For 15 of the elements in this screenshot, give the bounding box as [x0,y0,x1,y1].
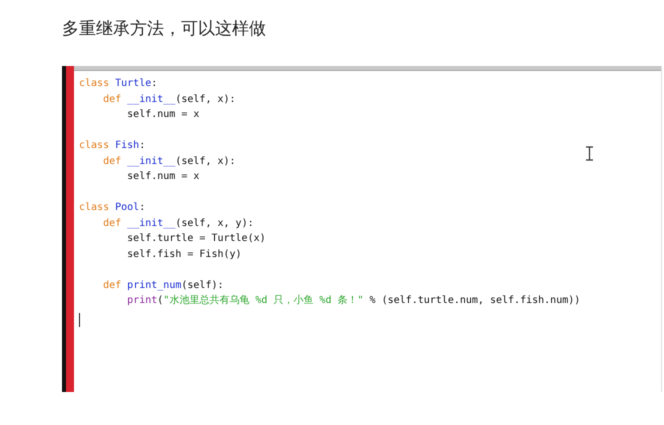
code-line: self.turtle = Turtle(x) [126,232,267,246]
code-line: class Pool: [79,201,146,215]
code-line: self.num = x [126,170,200,184]
text-cursor-icon [585,146,594,161]
code-line: print("水池里总共有乌龟 %d 只，小鱼 %d 条！" % (self.turtle.num, self.fish.num)) [126,294,582,308]
code-line: self.fish = Fish(y) [126,248,243,262]
code-line: def __init__(self, x): [102,92,237,106]
code-line: class Fish: [79,139,146,153]
code-line: def print_num(self): [102,278,225,292]
code-line: def __init__(self, x): [102,154,237,168]
code-line: class Turtle: [79,77,158,91]
heading: 多重继承方法，可以这样做 [62,18,266,40]
text-caret [79,312,80,326]
code-line: self.num = x [126,108,200,122]
code-line: def __init__(self, x, y): [102,216,255,230]
